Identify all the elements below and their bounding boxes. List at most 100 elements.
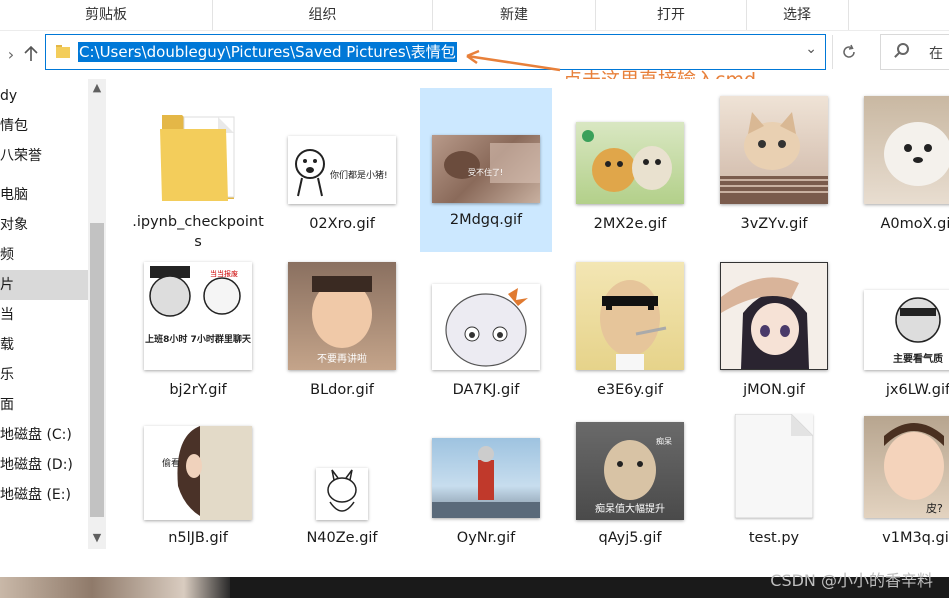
dog-photo [884,122,949,186]
file-item[interactable]: 3vZYv.gif [708,84,840,248]
nav-item-label: 面 [0,397,14,413]
file-name: DA7KJ.gif [452,382,520,398]
file-name: e3E6y.gif [597,382,663,398]
file-item[interactable]: .ipynb_checkpoints [132,84,264,250]
search-icon [897,43,909,55]
file-name: 3vZYv.gif [740,216,808,232]
watermark: CSDN @小小的香辛料 [770,571,933,590]
gif-thumbnail [432,284,540,370]
gif-thumbnail: 不要再讲啦 [288,262,396,370]
meme-face-icon: 当当报废 上班8小时 7小时群里聊天 [145,266,252,345]
nav-item-label: 载 [0,337,14,353]
chevron-down-icon[interactable]: ⌄ [805,41,817,57]
file-name: BLdor.gif [310,382,374,398]
scroll-down-icon[interactable]: ▼ [88,529,106,547]
file-item[interactable]: e3E6y.gif [564,252,696,416]
file-item[interactable]: jMON.gif [708,252,840,416]
sunglasses-face-icon [600,280,667,370]
file-item[interactable]: test.py [708,400,840,564]
ribbon-group-organize[interactable]: 组织 [213,0,432,30]
up-arrow-button[interactable] [20,39,42,69]
background-photo [0,577,230,598]
gif-caption: 不要再讲啦 [317,352,367,365]
anime-girl-icon [445,288,528,367]
nav-item[interactable]: 情包 [0,111,88,141]
nav-item[interactable]: 当 [0,300,88,330]
gif-caption: 你们都是小猪! [330,169,388,181]
nav-item[interactable]: 乐 [0,360,88,390]
file-item[interactable]: 偷看 n5lJB.gif [132,400,264,564]
nav-item-drive-d[interactable]: 地磁盘 (D:) [0,450,88,480]
meme-face-icon: 你们都是小猪! [295,149,388,197]
nav-item-label: 片 [0,277,14,293]
file-item[interactable]: 主要看气质 jx6LW.gif [852,252,949,416]
file-item-selected[interactable]: 受不住了! 2Mdgq.gif [420,88,552,252]
address-path-text[interactable]: C:\Users\doubleguy\Pictures\Saved Pictur… [78,42,457,62]
file-name: N40Ze.gif [306,530,378,546]
annotation-arrow [466,49,561,72]
peek-girl-icon: 偷看 [162,426,252,520]
refresh-icon [843,44,855,58]
file-name: qAyj5.gif [598,530,662,546]
file-name: bj2rY.gif [169,382,227,398]
gif-thumbnail: 当当报废 上班8小时 7小时群里聊天 [144,262,252,370]
file-item[interactable]: 不要再讲啦 BLdor.gif [276,252,408,416]
nav-item-this-pc[interactable]: 电脑 [0,180,88,210]
file-name: jx6LW.gif [885,382,949,398]
ribbon-group-select[interactable]: 选择 [747,0,847,30]
nav-item-drive-e[interactable]: 地磁盘 (E:) [0,480,88,510]
file-item[interactable]: 痴呆 痴呆值大幅提升 qAyj5.gif [564,400,696,564]
file-name: 2Mdgq.gif [449,212,523,228]
gif-caption: 痴呆值大幅提升 [595,502,665,515]
file-name: 2MX2e.gif [593,216,667,232]
nav-item[interactable]: 面 [0,390,88,420]
nav-scrollbar[interactable]: ▲ ▼ [88,79,106,549]
nav-item[interactable]: 频 [0,240,88,270]
nav-item-label: 地磁盘 (E:) [0,487,71,503]
file-item[interactable]: 皮? v1M3q.gif [852,400,949,564]
nav-item-drive-c[interactable]: 地磁盘 (C:) [0,420,88,450]
gif-thumbnail: 皮? [864,416,949,518]
nav-item-label: 地磁盘 (C:) [0,427,72,443]
gif-thumbnail: 痴呆 痴呆值大幅提升 [576,422,684,520]
file-item[interactable]: OyNr.gif [420,400,552,564]
nav-item-label: 情包 [0,118,28,134]
file-item[interactable]: A0moX.gif [852,84,949,248]
ribbon-group-open[interactable]: 打开 [596,0,746,30]
gif-thumbnail [720,262,828,370]
nav-item[interactable]: 对象 [0,210,88,240]
file-item[interactable]: 2MX2e.gif [564,84,696,248]
nav-item[interactable]: dy [0,81,88,111]
ultraman-scene [432,446,540,518]
search-placeholder: 在 [929,46,943,62]
file-name: jMON.gif [743,382,805,398]
ribbon-group-clipboard[interactable]: 剪贴板 [0,0,212,30]
ribbon-group-new[interactable]: 新建 [433,0,595,30]
gif-thumbnail [432,438,540,518]
gif-thumbnail: 主要看气质 [864,290,949,370]
nav-item[interactable]: 八荣誉 [0,141,88,171]
nav-item[interactable]: 载 [0,330,88,360]
document-icon [735,414,813,518]
child-photo: 不要再讲啦 [312,276,372,365]
nav-item-label: dy [0,88,18,104]
file-item[interactable]: N40Ze.gif [276,400,408,564]
scrollbar-thumb[interactable] [90,223,104,517]
gif-thumbnail [316,468,368,520]
file-item[interactable]: 当当报废 上班8小时 7小时群里聊天 bj2rY.gif [132,252,264,416]
nav-item-label: 乐 [0,367,14,383]
file-item[interactable]: DA7KJ.gif [420,252,552,416]
refresh-button[interactable] [832,35,865,69]
search-box[interactable]: 在 [880,34,949,70]
file-item[interactable]: 你们都是小猪! 02Xro.gif [276,84,408,248]
nav-item-pictures[interactable]: 片 [0,270,88,300]
gif-thumbnail: 你们都是小猪! [288,136,396,204]
chevron-right-icon[interactable]: › [0,39,22,69]
folder-icon [56,45,70,58]
file-name: .ipynb_checkpoints [132,214,264,250]
scroll-up-icon[interactable]: ▲ [88,79,106,97]
anime-headpat-icon [721,277,809,369]
gif-caption: 受不住了! [468,167,503,177]
file-name: OyNr.gif [456,530,516,546]
gif-caption: 主要看气质 [893,352,943,365]
